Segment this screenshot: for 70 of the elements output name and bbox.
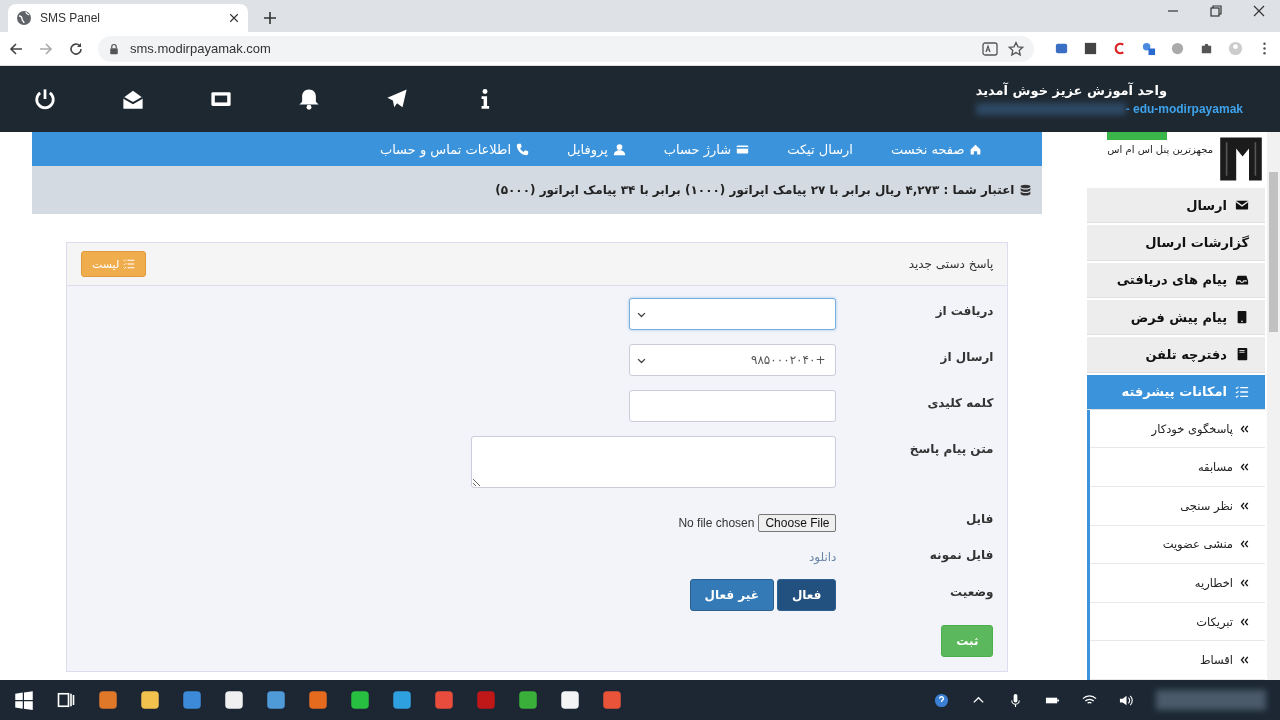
input-field[interactable]: [629, 390, 837, 422]
welcome-text: واحد آموزش عزیز خوش آمدید: [975, 82, 1168, 98]
bell-icon[interactable]: [298, 88, 320, 110]
status-button[interactable]: فعال: [776, 579, 837, 611]
submenu-item[interactable]: منشی عضویت: [1090, 525, 1266, 565]
field-label: ارسال از: [939, 349, 994, 364]
app-icon[interactable]: [350, 690, 370, 710]
double-chevron-icon: [1239, 616, 1250, 627]
menu-item[interactable]: گزارشات ارسال: [1087, 225, 1266, 261]
microphone-icon[interactable]: [1008, 692, 1023, 708]
power-icon[interactable]: [34, 88, 56, 110]
url-text: sms.modirpayamak.com: [130, 41, 271, 56]
list-icon: [123, 258, 136, 270]
submenu-item[interactable]: نظر سنجی: [1090, 487, 1266, 526]
credit-text: اعتبار شما : ۴,۲۷۳ ریال برابر با ۲۷ پیامک اپراتور (۱۰۰۰) برابر با ۳۴ پیامک اپراتور (۵۰۰۰): [495, 183, 1015, 197]
username: - edu-modirpayamak: [1125, 101, 1243, 116]
menu-item[interactable]: پیام های دریافتی: [1087, 262, 1266, 298]
close-icon[interactable]: [1251, 3, 1267, 19]
menu-item[interactable]: پیام پیش فرض: [1087, 299, 1266, 336]
address-bar[interactable]: sms.modirpayamak.com: [98, 35, 1034, 62]
book-icon: [1235, 347, 1250, 362]
logo-tagline: مجهزترین پنل اس ام اس: [1107, 144, 1214, 155]
list-icon: [1235, 384, 1250, 399]
menu-item[interactable]: دفترچه تلفن: [1087, 337, 1266, 373]
dropdown[interactable]: ۹۸۵۰۰۰۲۰۴۰+: [629, 344, 837, 376]
envelope-icon[interactable]: [122, 88, 144, 110]
task-view-icon[interactable]: [56, 690, 76, 710]
user-icon: [612, 142, 626, 156]
field-label: فایل: [964, 511, 994, 526]
back-icon[interactable]: [8, 40, 24, 57]
plus-icon[interactable]: [262, 10, 278, 26]
status-button[interactable]: غیر فعال: [689, 579, 774, 611]
field-label: وضعیت: [949, 584, 994, 599]
scrollbar[interactable]: [1267, 132, 1280, 680]
field-label: متن پیام پاسخ: [908, 441, 994, 456]
windows-icon[interactable]: [14, 690, 34, 710]
star-icon[interactable]: [1008, 40, 1024, 57]
browser-tab[interactable]: SMS Panel: [8, 4, 248, 32]
field-label: کلمه کلیدی: [926, 395, 994, 410]
reload-icon[interactable]: [68, 40, 84, 57]
phone-icon: [516, 142, 530, 156]
double-chevron-icon: [1239, 462, 1250, 473]
field-label: دریافت از: [934, 303, 994, 318]
tab-title: SMS Panel: [40, 11, 102, 25]
double-chevron-icon: [1239, 423, 1250, 434]
restore-icon[interactable]: [1208, 3, 1224, 19]
translate-icon[interactable]: [982, 40, 998, 57]
menu-item[interactable]: ارسال: [1087, 188, 1266, 224]
home-icon: [969, 142, 983, 156]
database-icon: [1019, 183, 1033, 197]
submenu-item[interactable]: تبریکات: [1090, 602, 1266, 642]
choose-file-button[interactable]: Choose File: [758, 514, 837, 532]
field-label: فایل نمونه: [928, 547, 994, 562]
file-status: No file chosen: [678, 516, 755, 530]
double-chevron-icon: [1239, 655, 1250, 666]
panel-title: پاسخ دستی جدید: [908, 257, 994, 271]
paper-plane-icon[interactable]: [386, 88, 408, 110]
card-icon: [736, 142, 750, 156]
lock-icon: [108, 42, 120, 55]
submenu-item[interactable]: پاسخگوی خودکار: [1090, 409, 1266, 449]
submenu-item[interactable]: اخطاریه: [1090, 564, 1266, 603]
app-icon[interactable]: [140, 690, 160, 710]
double-chevron-icon: [1239, 578, 1250, 589]
submenu-item[interactable]: مسابقه: [1090, 448, 1266, 488]
close-icon[interactable]: [228, 12, 240, 24]
double-chevron-icon: [1239, 539, 1250, 550]
app-icon[interactable]: [224, 690, 244, 710]
app-icon[interactable]: [560, 690, 580, 710]
help-icon[interactable]: [934, 692, 949, 708]
double-chevron-icon: [1239, 500, 1250, 511]
